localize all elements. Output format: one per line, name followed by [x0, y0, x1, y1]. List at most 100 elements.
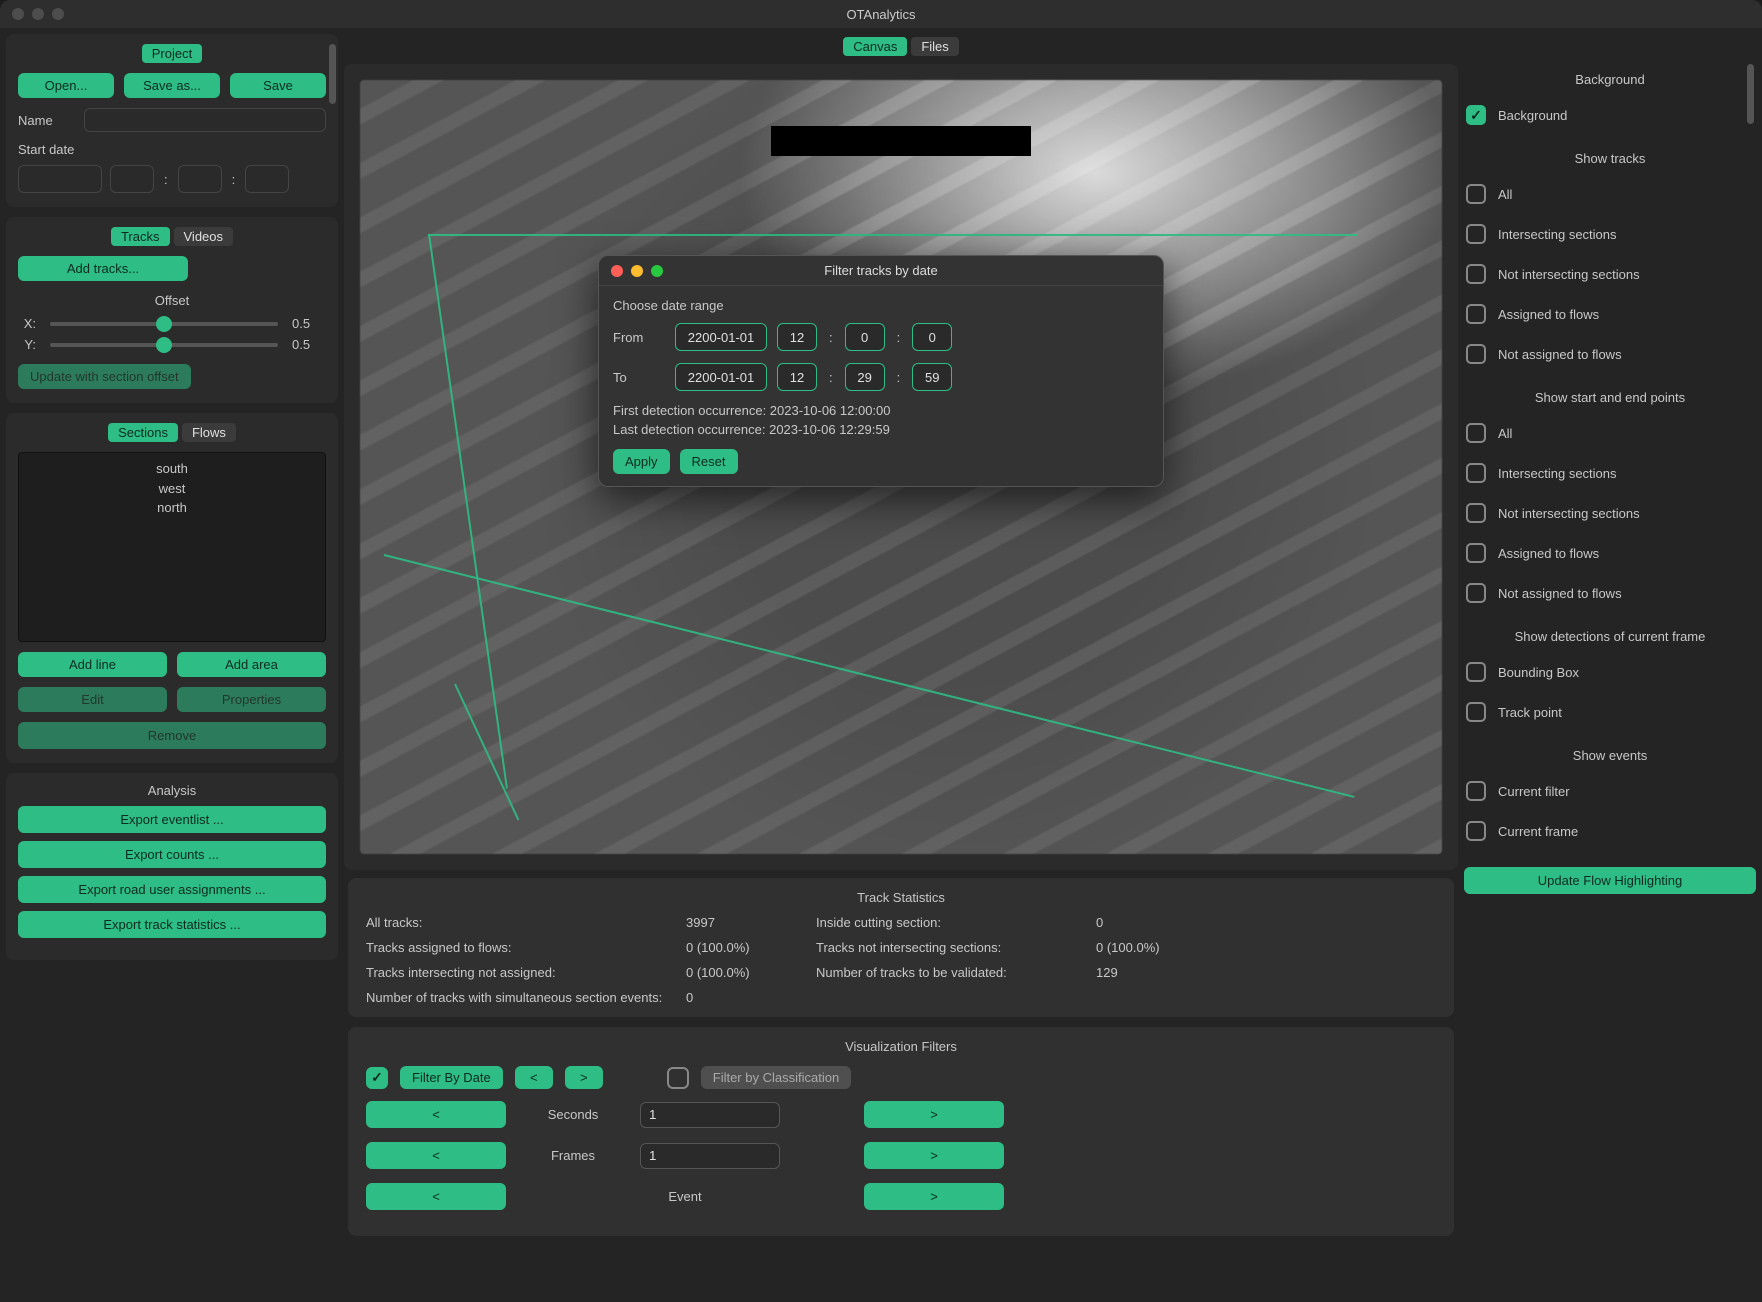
reset-button[interactable]: Reset: [680, 449, 738, 474]
from-date-input[interactable]: [675, 323, 767, 351]
frames-prev-button[interactable]: <: [366, 1142, 506, 1169]
save-button[interactable]: Save: [230, 73, 326, 98]
tab-videos[interactable]: Videos: [174, 227, 234, 246]
list-item[interactable]: north: [19, 498, 325, 518]
tab-project[interactable]: Project: [142, 44, 202, 63]
event-prev-button[interactable]: <: [366, 1183, 506, 1210]
from-min-input[interactable]: [845, 323, 885, 351]
export-track-stats-button[interactable]: Export track statistics ...: [18, 911, 326, 938]
date-input[interactable]: [18, 165, 102, 193]
frames-next-button[interactable]: >: [864, 1142, 1004, 1169]
filter-by-class-checkbox[interactable]: [667, 1067, 689, 1089]
to-min-input[interactable]: [845, 363, 885, 391]
tracks-not-assigned-checkbox[interactable]: [1466, 344, 1486, 364]
list-item[interactable]: south: [19, 459, 325, 479]
add-tracks-button[interactable]: Add tracks...: [18, 256, 188, 281]
project-panel: Project Open... Save as... Save Name Sta…: [6, 34, 338, 207]
opt-label: Current filter: [1498, 784, 1570, 799]
stat-value: 3997: [686, 915, 816, 930]
seconds-prev-button[interactable]: <: [366, 1101, 506, 1128]
pts-assigned-checkbox[interactable]: [1466, 543, 1486, 563]
filter-by-class-chip[interactable]: Filter by Classification: [701, 1066, 851, 1089]
points-heading: Show start and end points: [1464, 390, 1756, 405]
frames-input[interactable]: [640, 1143, 780, 1169]
stat-label: Number of tracks with simultaneous secti…: [366, 990, 686, 1005]
close-icon[interactable]: [611, 265, 623, 277]
stat-value: 0 (100.0%): [686, 965, 816, 980]
from-hour-input[interactable]: [777, 323, 817, 351]
from-sec-input[interactable]: [912, 323, 952, 351]
x-value: 0.5: [292, 316, 326, 331]
opt-label: All: [1498, 187, 1512, 202]
current-filter-checkbox[interactable]: [1466, 781, 1486, 801]
tracks-assigned-checkbox[interactable]: [1466, 304, 1486, 324]
tab-flows[interactable]: Flows: [182, 423, 236, 442]
properties-button[interactable]: Properties: [177, 687, 326, 712]
y-slider[interactable]: [50, 343, 278, 347]
offset-heading: Offset: [18, 293, 326, 308]
tracks-intersecting-checkbox[interactable]: [1466, 224, 1486, 244]
minute-input[interactable]: [178, 165, 222, 193]
date-next-button[interactable]: >: [565, 1066, 603, 1089]
open-button[interactable]: Open...: [18, 73, 114, 98]
sections-list[interactable]: south west north: [18, 452, 326, 642]
scrollbar[interactable]: [1747, 64, 1754, 124]
tracks-not-intersecting-checkbox[interactable]: [1466, 264, 1486, 284]
tab-sections[interactable]: Sections: [108, 423, 178, 442]
minimize-icon[interactable]: [631, 265, 643, 277]
pts-not-intersecting-checkbox[interactable]: [1466, 503, 1486, 523]
add-area-button[interactable]: Add area: [177, 652, 326, 677]
stat-value: 0: [686, 990, 816, 1005]
hour-input[interactable]: [110, 165, 154, 193]
minimize-icon[interactable]: [32, 8, 44, 20]
stat-label: Tracks not intersecting sections:: [816, 940, 1096, 955]
scrollbar[interactable]: [329, 44, 336, 104]
close-icon[interactable]: [12, 8, 24, 20]
apply-button[interactable]: Apply: [613, 449, 670, 474]
export-counts-button[interactable]: Export counts ...: [18, 841, 326, 868]
to-date-input[interactable]: [675, 363, 767, 391]
track-point-checkbox[interactable]: [1466, 702, 1486, 722]
opt-label: Track point: [1498, 705, 1562, 720]
list-item[interactable]: west: [19, 479, 325, 499]
name-input[interactable]: [84, 108, 326, 132]
zoom-icon[interactable]: [52, 8, 64, 20]
update-flow-highlighting-button[interactable]: Update Flow Highlighting: [1464, 867, 1756, 894]
to-hour-input[interactable]: [777, 363, 817, 391]
to-sec-input[interactable]: [912, 363, 952, 391]
bounding-box-checkbox[interactable]: [1466, 662, 1486, 682]
second-input[interactable]: [245, 165, 289, 193]
window-controls[interactable]: [0, 8, 64, 20]
zoom-icon[interactable]: [651, 265, 663, 277]
visualization-filters-panel: Visualization Filters Filter By Date < >…: [348, 1027, 1454, 1236]
background-checkbox[interactable]: [1466, 105, 1486, 125]
section-line[interactable]: [428, 234, 1358, 236]
dialog-window-controls[interactable]: [599, 265, 663, 277]
opt-label: Intersecting sections: [1498, 227, 1617, 242]
event-next-button[interactable]: >: [864, 1183, 1004, 1210]
seconds-next-button[interactable]: >: [864, 1101, 1004, 1128]
date-prev-button[interactable]: <: [515, 1066, 553, 1089]
x-slider[interactable]: [50, 322, 278, 326]
edit-button[interactable]: Edit: [18, 687, 167, 712]
y-value: 0.5: [292, 337, 326, 352]
filter-by-date-chip[interactable]: Filter By Date: [400, 1066, 503, 1089]
tab-canvas[interactable]: Canvas: [843, 37, 907, 56]
export-assignments-button[interactable]: Export road user assignments ...: [18, 876, 326, 903]
tab-files[interactable]: Files: [911, 37, 958, 56]
remove-button[interactable]: Remove: [18, 722, 326, 749]
saveas-button[interactable]: Save as...: [124, 73, 220, 98]
opt-label: Not intersecting sections: [1498, 267, 1640, 282]
filter-by-date-checkbox[interactable]: [366, 1067, 388, 1089]
tab-tracks[interactable]: Tracks: [111, 227, 170, 246]
pts-intersecting-checkbox[interactable]: [1466, 463, 1486, 483]
tracks-all-checkbox[interactable]: [1466, 184, 1486, 204]
current-frame-checkbox[interactable]: [1466, 821, 1486, 841]
update-offset-button[interactable]: Update with section offset: [18, 364, 191, 389]
seconds-input[interactable]: [640, 1102, 780, 1128]
bg-heading: Background: [1464, 72, 1756, 87]
export-eventlist-button[interactable]: Export eventlist ...: [18, 806, 326, 833]
pts-not-assigned-checkbox[interactable]: [1466, 583, 1486, 603]
add-line-button[interactable]: Add line: [18, 652, 167, 677]
pts-all-checkbox[interactable]: [1466, 423, 1486, 443]
